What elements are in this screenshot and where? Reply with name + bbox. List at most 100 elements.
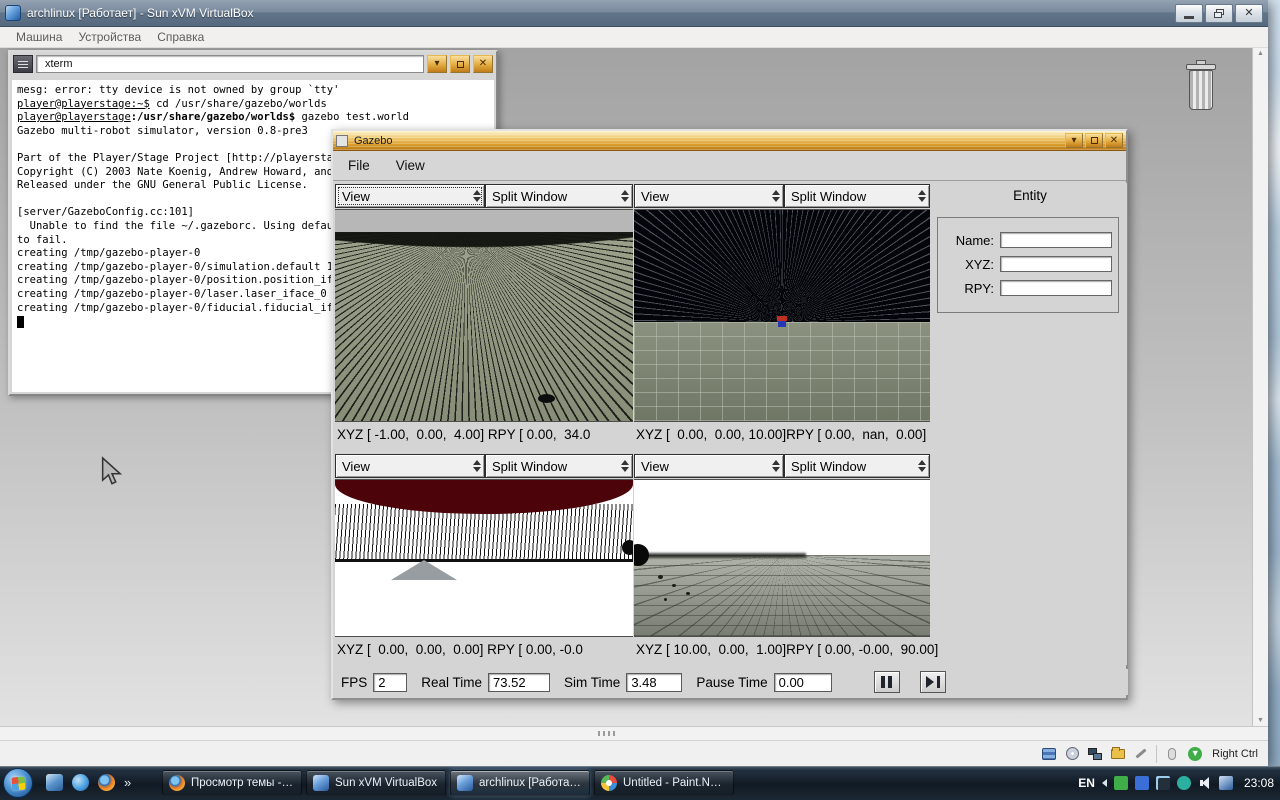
entity-rpy-input[interactable] bbox=[1000, 280, 1112, 296]
split-window-dropdown[interactable]: Split Window bbox=[485, 184, 633, 208]
viewport-header: View Split Window bbox=[634, 453, 930, 479]
harddisk-status-icon[interactable] bbox=[1041, 746, 1057, 762]
pause-button[interactable] bbox=[874, 671, 900, 693]
mouse-cursor bbox=[98, 456, 126, 488]
task-button-virtualbox[interactable]: Sun xVM VirtualBox bbox=[306, 770, 446, 796]
keyboard-capture-icon[interactable]: ▼ bbox=[1187, 746, 1203, 762]
mouse-integration-icon[interactable] bbox=[1164, 746, 1180, 762]
real-time-field: 73.52 bbox=[488, 673, 550, 692]
viewport-status: XYZ [ 0.00, 0.00, 0.00] RPY [ 0.00, -0.0 bbox=[335, 637, 633, 663]
split-window-dropdown[interactable]: Split Window bbox=[485, 454, 633, 478]
gazebo-menubar: File View bbox=[333, 151, 1126, 181]
vm-vertical-scrollbar[interactable]: ▲ ▼ bbox=[1252, 48, 1268, 726]
entity-xyz-input[interactable] bbox=[1000, 256, 1112, 272]
xterm-titlebar[interactable]: xterm ▾ ✕ bbox=[10, 52, 496, 76]
xterm-title-label: xterm bbox=[36, 55, 424, 73]
view-dropdown[interactable]: View bbox=[335, 184, 485, 208]
view-dropdown[interactable]: View bbox=[634, 454, 784, 478]
maximize-button[interactable] bbox=[450, 55, 470, 73]
viewport-3d-canvas[interactable] bbox=[335, 209, 633, 422]
tray-expand-chevron-icon[interactable] bbox=[1102, 779, 1107, 787]
restore-button[interactable] bbox=[1205, 4, 1233, 23]
entity-name-input[interactable] bbox=[1000, 232, 1112, 248]
dropdown-arrows-icon bbox=[918, 190, 929, 202]
dropdown-arrows-icon bbox=[621, 190, 632, 202]
vm-trash-icon[interactable] bbox=[1186, 60, 1216, 116]
dropdown-arrows-icon bbox=[772, 460, 783, 472]
clock[interactable]: 23:08 bbox=[1244, 776, 1274, 790]
language-indicator[interactable]: EN bbox=[1078, 776, 1095, 790]
terminal-line: player@playerstage:~$ cd /usr/share/gaze… bbox=[17, 98, 494, 112]
gazebo-titlebar[interactable]: Gazebo ▾ ✕ bbox=[333, 131, 1126, 151]
shared-folders-status-icon[interactable] bbox=[1110, 746, 1126, 762]
close-button[interactable]: ✕ bbox=[1105, 133, 1123, 148]
entity-xyz-label: XYZ: bbox=[965, 257, 994, 272]
close-button[interactable]: ✕ bbox=[1235, 4, 1263, 23]
gazebo-window: Gazebo ▾ ✕ File View View Split Window bbox=[331, 129, 1128, 700]
scrollbar-grip[interactable] bbox=[598, 731, 616, 736]
prompt: player@playerstage bbox=[17, 98, 131, 110]
virtualbox-statusbar: ▼ Right Ctrl bbox=[0, 740, 1268, 766]
minimize-button[interactable] bbox=[1175, 4, 1203, 23]
menu-devices[interactable]: Устройства bbox=[78, 30, 141, 44]
xterm-menu-button[interactable] bbox=[13, 55, 33, 73]
shade-button[interactable]: ▾ bbox=[1065, 133, 1083, 148]
scroll-down-icon[interactable]: ▼ bbox=[1257, 717, 1264, 724]
dropdown-arrows-icon bbox=[621, 460, 632, 472]
paintdotnet-icon bbox=[601, 775, 617, 791]
menu-file[interactable]: File bbox=[348, 158, 370, 173]
task-button-archlinux-vm[interactable]: archlinux [Работает... bbox=[450, 770, 590, 796]
task-button-firefox[interactable]: Просмотр темы - P... bbox=[162, 770, 302, 796]
terminal-line: mesg: error: tty device is not owned by … bbox=[17, 84, 494, 98]
quick-launch-overflow-chevron[interactable]: » bbox=[124, 775, 131, 790]
shade-button[interactable]: ▾ bbox=[427, 55, 447, 73]
features-status-icon[interactable] bbox=[1133, 746, 1149, 762]
viewport-3d-canvas[interactable] bbox=[634, 209, 930, 422]
vm-display[interactable]: xterm ▾ ✕ mesg: error: tty device is not… bbox=[0, 48, 1252, 726]
security-tray-icon[interactable] bbox=[1114, 776, 1128, 790]
statusbar-separator bbox=[1156, 745, 1157, 763]
view-dropdown[interactable]: View bbox=[634, 184, 784, 208]
horizon-shadow bbox=[634, 553, 806, 558]
viewport-header: View Split Window bbox=[335, 183, 633, 209]
ground-grid bbox=[634, 322, 930, 421]
menu-view[interactable]: View bbox=[396, 158, 425, 173]
step-button[interactable] bbox=[920, 671, 946, 693]
scroll-up-icon[interactable]: ▲ bbox=[1257, 50, 1264, 57]
split-window-dropdown[interactable]: Split Window bbox=[784, 184, 930, 208]
show-desktop-icon[interactable] bbox=[46, 774, 63, 791]
terminal-cursor bbox=[17, 316, 24, 328]
network-tray-icon[interactable] bbox=[1156, 776, 1170, 790]
menu-help[interactable]: Справка bbox=[157, 30, 204, 44]
restore-icon bbox=[1214, 9, 1224, 18]
entity-panel-title: Entity bbox=[933, 188, 1127, 203]
viewport-3d-canvas[interactable] bbox=[634, 479, 930, 637]
ground-grid bbox=[634, 555, 930, 636]
sim-time-field: 3.48 bbox=[626, 673, 682, 692]
volume-tray-icon[interactable] bbox=[1198, 776, 1212, 790]
close-button[interactable]: ✕ bbox=[473, 55, 493, 73]
view-dropdown[interactable]: View bbox=[335, 454, 485, 478]
start-button[interactable] bbox=[3, 768, 33, 798]
firefox-icon[interactable] bbox=[98, 774, 115, 791]
optical-disc-status-icon[interactable] bbox=[1064, 746, 1080, 762]
app-tray-icon[interactable] bbox=[1135, 776, 1149, 790]
status-tray-icon[interactable] bbox=[1177, 776, 1191, 790]
virtualbox-titlebar[interactable]: archlinux [Работает] - Sun xVM VirtualBo… bbox=[0, 0, 1268, 27]
viewport-top-left: View Split Window XYZ [ -1.00, 0.00, 4.0… bbox=[335, 183, 633, 448]
menu-machine[interactable]: Машина bbox=[16, 30, 62, 44]
maximize-button[interactable] bbox=[1085, 133, 1103, 148]
viewport-status: XYZ [ 10.00, 0.00, 1.00]RPY [ 0.00, -0.0… bbox=[634, 637, 930, 663]
task-button-paintdotnet[interactable]: Untitled - Paint.NET... bbox=[594, 770, 734, 796]
virtualbox-tray-icon[interactable] bbox=[1219, 776, 1233, 790]
scene-object-sphere bbox=[622, 540, 633, 555]
real-time-label: Real Time bbox=[421, 675, 482, 690]
internet-explorer-icon[interactable] bbox=[72, 774, 89, 791]
viewport-3d-canvas[interactable] bbox=[335, 479, 633, 637]
viewport-header: View Split Window bbox=[335, 453, 633, 479]
split-window-dropdown[interactable]: Split Window bbox=[784, 454, 930, 478]
network-status-icon[interactable] bbox=[1087, 746, 1103, 762]
vm-horizontal-scrollbar[interactable] bbox=[0, 726, 1268, 740]
system-tray: EN 23:08 bbox=[1078, 766, 1274, 800]
dropdown-arrows-icon bbox=[918, 460, 929, 472]
